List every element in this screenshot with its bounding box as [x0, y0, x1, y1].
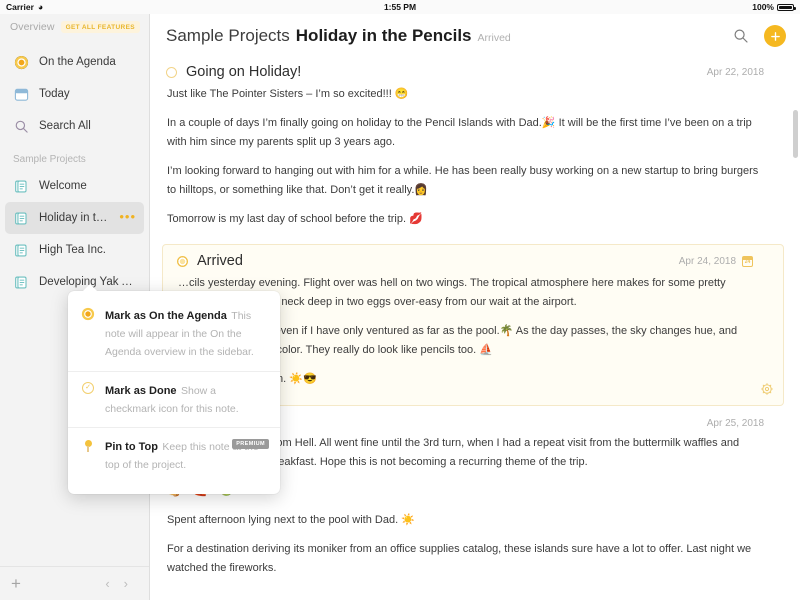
add-project-button[interactable]: +: [11, 575, 21, 592]
project-icon: [13, 242, 30, 259]
gear-icon[interactable]: [761, 383, 773, 397]
sidebar-item-today[interactable]: Today: [5, 78, 144, 110]
add-note-button[interactable]: [764, 25, 786, 47]
note-title: Going on Holiday!: [186, 64, 301, 80]
ios-status-bar: Carrier ◕ 1:55 PM 100%: [0, 0, 800, 14]
note-status-ring-icon[interactable]: [177, 256, 188, 267]
note-header: Going on Holiday! Apr 22, 2018: [166, 64, 764, 80]
note-date-label: Apr 25, 2018: [707, 418, 764, 429]
calendar-badge-day: 24: [745, 260, 751, 265]
page-title: Holiday in the Pencils: [296, 26, 472, 46]
note-item[interactable]: Going on Holiday! Apr 22, 2018 Just like…: [150, 58, 800, 238]
menu-item-title: Pin to Top: [105, 441, 158, 453]
project-overflow-menu-button[interactable]: •••: [119, 210, 136, 227]
header-actions: [731, 25, 786, 47]
note-header: Arrived Apr 24, 2018 24: [177, 253, 753, 269]
note-paragraph: Tomorrow is my last day of school before…: [167, 210, 764, 229]
menu-item-text: Mark as On the Agenda This note will app…: [105, 306, 268, 361]
app-root: Carrier ◕ 1:55 PM 100% Overview GET ALL …: [0, 0, 800, 600]
search-icon: [13, 118, 30, 135]
status-clock: 1:55 PM: [0, 2, 800, 12]
menu-item-mark-as-on-the-agenda[interactable]: Mark as On the Agenda This note will app…: [68, 297, 280, 371]
note-date-label: Apr 24, 2018: [679, 256, 736, 267]
note-date: Apr 25, 2018: [707, 418, 764, 429]
note-paragraph: For a destination deriving its moniker f…: [167, 540, 764, 578]
sidebar-item-on-the-agenda[interactable]: On the Agenda: [5, 46, 144, 78]
get-all-features-badge[interactable]: GET ALL FEATURES: [61, 21, 140, 33]
search-icon[interactable]: [731, 26, 751, 46]
note-title: Arrived: [197, 253, 243, 269]
agenda-sun-icon: [13, 54, 30, 71]
sidebar-group-label: Sample Projects: [0, 142, 149, 170]
project-icon: [13, 210, 30, 227]
pin-icon: [81, 437, 95, 473]
menu-item-text: Mark as Done Show a checkmark icon for t…: [105, 381, 268, 417]
note-date: Apr 24, 2018 24: [679, 256, 753, 267]
agenda-sun-icon: [81, 306, 95, 361]
nav-back-button[interactable]: ‹: [105, 577, 109, 590]
note-context-menu: Mark as On the Agenda This note will app…: [68, 291, 280, 494]
menu-item-title: Mark as Done: [105, 385, 177, 397]
menu-item-title: Mark as On the Agenda: [105, 310, 227, 322]
nav-forward-button[interactable]: ›: [124, 577, 128, 590]
sidebar-item-label: Welcome: [39, 180, 87, 192]
menu-item-pin-to-top[interactable]: Pin to Top Keep this note at the top of …: [68, 427, 280, 483]
battery-icon: [777, 4, 794, 11]
check-circle-icon: ✓: [81, 381, 95, 417]
status-right: 100%: [752, 2, 794, 12]
breadcrumb-project[interactable]: Sample Projects: [166, 26, 290, 46]
note-body: Just like The Pointer Sisters – I’m so e…: [166, 80, 764, 228]
sidebar-item-high-tea-inc[interactable]: High Tea Inc.: [5, 234, 144, 266]
sidebar-footer-toolbar: + ‹ ›: [0, 566, 149, 600]
sidebar-item-welcome[interactable]: Welcome: [5, 170, 144, 202]
note-date-label: Apr 22, 2018: [707, 67, 764, 78]
sidebar-item-holiday-in-the-pencils[interactable]: Holiday in the Pe… •••: [5, 202, 144, 234]
note-paragraph: Spent afternoon lying next to the pool w…: [167, 511, 764, 530]
sidebar-item-search-all[interactable]: Search All: [5, 110, 144, 142]
page-subtitle: Arrived: [478, 28, 511, 44]
calendar-icon: [13, 86, 30, 103]
sidebar-item-label: High Tea Inc.: [39, 244, 106, 256]
overview-label: Overview: [10, 21, 55, 33]
battery-percent-label: 100%: [752, 2, 774, 12]
note-paragraph: Just like The Pointer Sisters – I’m so e…: [167, 85, 764, 104]
project-icon: [13, 178, 30, 195]
sidebar-item-label: Holiday in the Pe…: [39, 212, 110, 224]
menu-item-mark-as-done[interactable]: ✓ Mark as Done Show a checkmark icon for…: [68, 371, 280, 427]
calendar-badge-icon[interactable]: 24: [742, 256, 753, 267]
note-paragraph: In a couple of days I’m finally going on…: [167, 114, 764, 152]
note-item[interactable]: Janice is Here Apr 26, 2018: [150, 587, 800, 600]
note-paragraph: I’m looking forward to hanging out with …: [167, 162, 764, 200]
note-status-ring-icon[interactable]: [166, 67, 177, 78]
sidebar-nav-buttons: ‹ ›: [105, 577, 138, 590]
sidebar-header: Overview GET ALL FEATURES: [0, 14, 149, 40]
note-date: Apr 22, 2018: [707, 67, 764, 78]
project-icon: [13, 274, 30, 291]
sidebar-item-label: On the Agenda: [39, 56, 116, 68]
sidebar-item-label: Search All: [39, 120, 91, 132]
sidebar-item-label: Today: [39, 88, 70, 100]
main-split: Overview GET ALL FEATURES On the Agenda: [0, 14, 800, 600]
premium-badge: PREMIUM: [232, 439, 269, 449]
content-header: Sample Projects Holiday in the Pencils A…: [150, 14, 800, 58]
